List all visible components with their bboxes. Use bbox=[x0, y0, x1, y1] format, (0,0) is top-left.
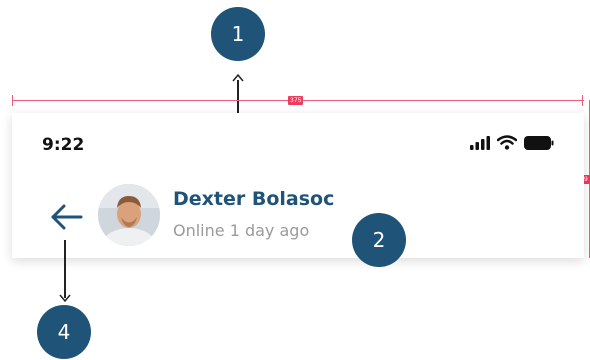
width-guide-right-tick bbox=[582, 95, 583, 106]
callout-marker-2: 2 bbox=[352, 213, 406, 267]
contact-status: Online 1 day ago bbox=[173, 221, 310, 240]
callout-4-leader-line bbox=[64, 240, 66, 298]
status-bar-icons bbox=[470, 135, 554, 150]
arrow-down-icon bbox=[59, 294, 71, 303]
wifi-icon bbox=[497, 135, 517, 150]
avatar-photo bbox=[98, 184, 160, 246]
callout-marker-4: 4 bbox=[37, 305, 91, 359]
callout-number: 2 bbox=[372, 228, 386, 252]
arrow-left-icon bbox=[51, 204, 83, 230]
signal-icon bbox=[470, 135, 490, 150]
back-button[interactable] bbox=[50, 203, 84, 231]
status-bar-time: 9:22 bbox=[42, 135, 85, 155]
contact-avatar[interactable] bbox=[98, 184, 160, 246]
callout-marker-1: 1 bbox=[211, 7, 265, 61]
width-guide-label: 375 bbox=[288, 96, 304, 105]
chat-header: 9:22 Dexter Bolasoc Online 1 day ago bbox=[12, 113, 584, 258]
contact-name[interactable]: Dexter Bolasoc bbox=[173, 188, 334, 210]
width-guide-left-tick bbox=[12, 95, 13, 106]
callout-number: 4 bbox=[57, 320, 71, 344]
battery-icon bbox=[524, 135, 554, 150]
callout-number: 1 bbox=[231, 22, 245, 46]
arrow-up-icon bbox=[232, 73, 244, 82]
